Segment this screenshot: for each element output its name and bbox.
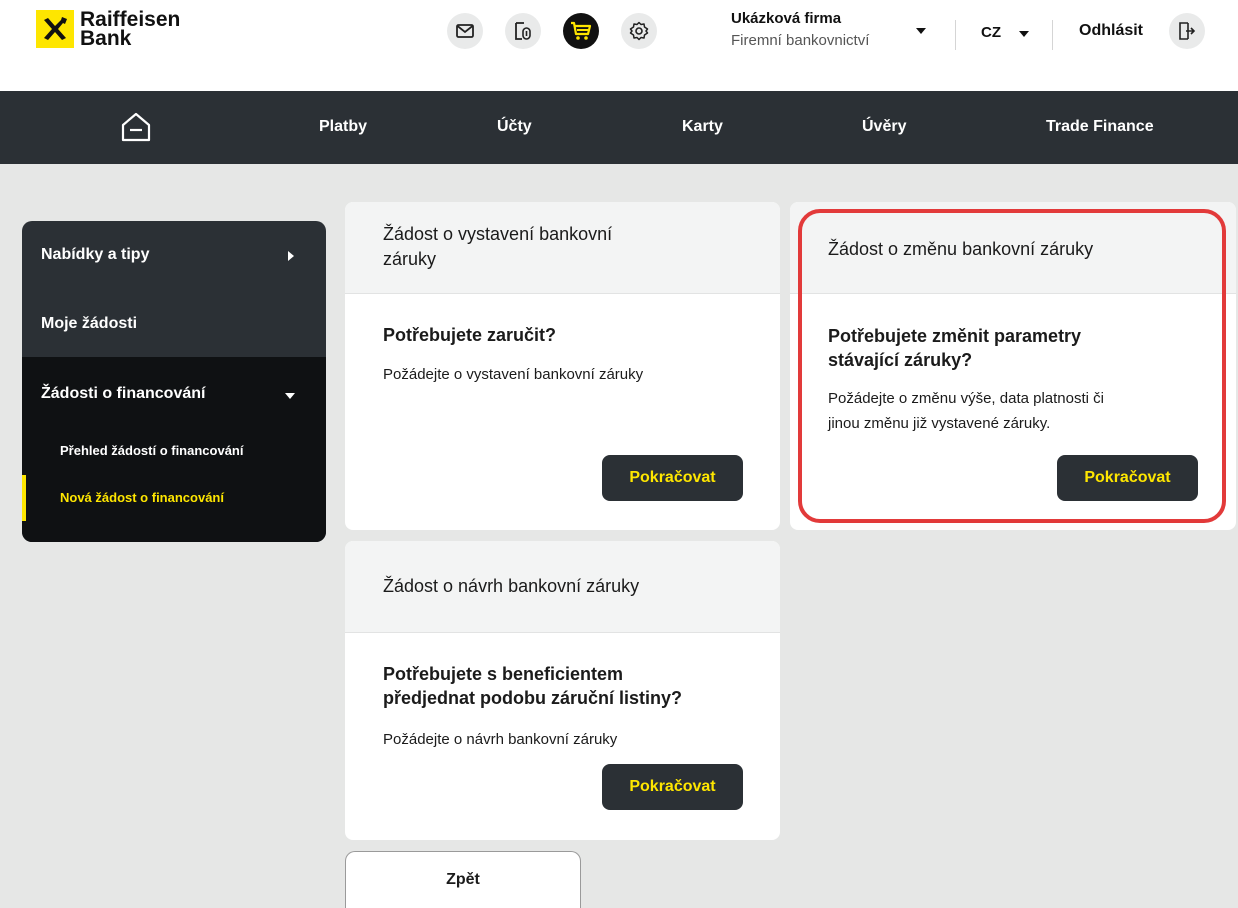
chevron-right-icon [288,251,294,261]
raiffeisen-logo[interactable]: Raiffeisen Bank [36,9,180,50]
settings-icon [629,21,649,41]
card-description-line: Požádejte o vystavení bankovní záruky [383,366,644,383]
company-subtitle: Firemní bankovnictví [731,32,870,49]
cart-button[interactable] [563,13,599,49]
chevron-down-icon[interactable] [916,28,926,34]
sidebar-subitem-new-request[interactable]: Nová žádost o financování [60,490,224,505]
mail-button[interactable] [447,13,483,49]
card-issue-guarantee: Žádost o vystavení bankovní záruky Potře… [345,202,780,530]
settings-button[interactable] [621,13,657,49]
logout-button[interactable] [1169,13,1205,49]
logout-icon [1179,22,1196,40]
language-selector[interactable]: CZ [981,24,1001,41]
mail-icon [456,24,474,38]
card-question: Potřebujete s beneficientem předjednat p… [383,662,682,710]
sidebar-subitem-overview[interactable]: Přehled žádostí o financování [60,443,243,458]
logo-mark-icon [36,10,74,48]
nav-item-platby[interactable]: Platby [319,118,367,136]
card-title-line: záruky [383,249,437,269]
card-description: Požádejte o návrh bankovní záruky [383,727,617,752]
card-question: Potřebujete zaručit? [383,323,556,347]
nav-home[interactable] [119,111,153,148]
card-description: Požádejte o vystavení bankovní záruky [383,362,643,387]
card-question-line: Potřebujete zaručit? [383,325,557,345]
back-button[interactable]: Zpět [345,851,581,908]
card-header: Žádost o návrh bankovní záruky [345,541,780,633]
card-question-line: předjednat podobu záruční listiny? [383,688,683,708]
document-icon [515,22,531,40]
card-header: Žádost o vystavení bankovní záruky [345,202,780,294]
chevron-down-icon [285,393,295,399]
sidebar-item-label: Žádosti o financování [41,385,206,402]
company-name: Ukázková firma [731,10,842,27]
continue-button[interactable]: Pokračovat [602,455,743,501]
nav-item-karty[interactable]: Karty [682,118,723,136]
main-navigation: Platby Účty Karty Úvěry Trade Finance [0,91,1238,164]
logo-text-line2: Bank [80,27,132,50]
company-selector[interactable]: Ukázková firma Firemní bankovnictví [731,10,869,49]
card-title: Žádost o vystavení bankovní záruky [383,222,612,272]
card-title-line: Žádost o návrh bankovní záruky [383,576,640,596]
sidebar-item-label: Moje žádosti [41,315,138,332]
continue-button[interactable]: Pokračovat [602,764,743,810]
card-title-line: Žádost o vystavení bankovní [383,224,613,244]
logo-text: Raiffeisen Bank [80,9,180,50]
sidebar: Nabídky a tipy Moje žádosti Žádosti o fi… [22,221,326,542]
card-title: Žádost o návrh bankovní záruky [383,574,639,599]
divider [955,20,956,50]
top-header: Raiffeisen Bank Ukázková firma Firemní b… [0,0,1238,91]
documents-button[interactable] [505,13,541,49]
card-draft-guarantee: Žádost o návrh bankovní záruky Potřebuje… [345,541,780,840]
chevron-down-icon[interactable] [1019,31,1029,37]
home-icon [121,112,151,142]
sidebar-item-offers[interactable]: Nabídky a tipy [22,221,326,289]
card-question-line: Potřebujete s beneficientem [383,664,624,684]
sidebar-item-my-requests[interactable]: Moje žádosti [22,289,326,357]
divider [1052,20,1053,50]
sidebar-item-label: Nabídky a tipy [41,246,150,263]
logout-link[interactable]: Odhlásit [1079,22,1143,40]
highlight-frame [798,209,1226,523]
cart-icon [571,21,592,40]
nav-item-trade-finance[interactable]: Trade Finance [1046,118,1154,136]
nav-item-ucty[interactable]: Účty [497,118,532,136]
nav-item-uvery[interactable]: Úvěry [862,118,906,136]
card-description-line: Požádejte o návrh bankovní záruky [383,731,618,748]
sidebar-item-financing-requests[interactable]: Žádosti o financování [22,357,326,427]
active-indicator [22,475,26,521]
